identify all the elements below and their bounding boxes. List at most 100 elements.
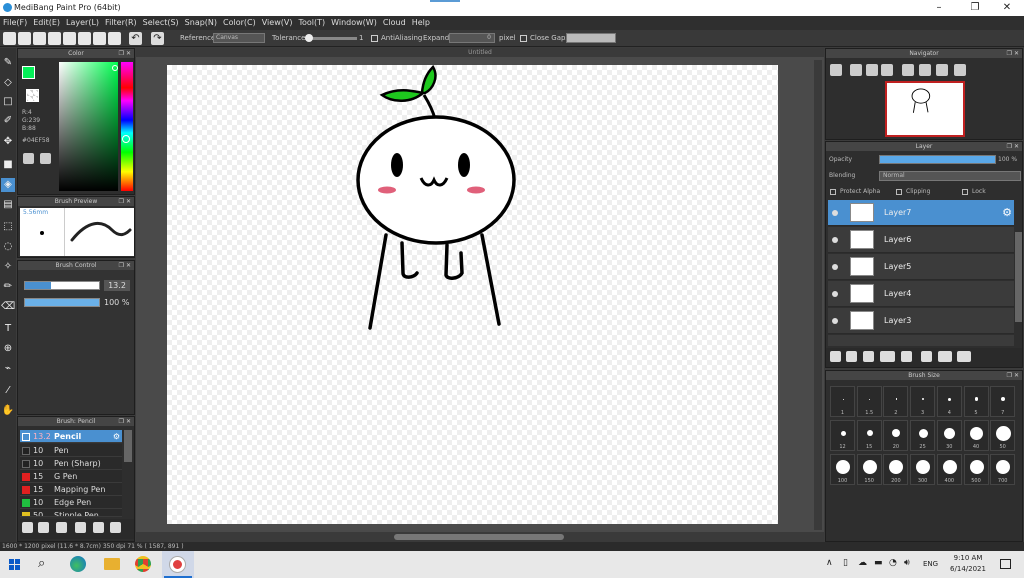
- layer-menu-icon[interactable]: [880, 351, 895, 362]
- brush-item-pencil[interactable]: 13.2 Pencil ⚙: [20, 430, 122, 443]
- brush-size-cell[interactable]: 200: [883, 454, 909, 485]
- layout-icon[interactable]: [93, 32, 106, 45]
- menu-tool[interactable]: Tool(T): [295, 16, 328, 30]
- cloud-icon[interactable]: [3, 32, 16, 45]
- brush-size-slider[interactable]: [24, 281, 100, 290]
- menu-layer[interactable]: Layer(L): [63, 16, 102, 30]
- panel-icon[interactable]: [63, 32, 76, 45]
- color-sv-picker[interactable]: [59, 62, 118, 191]
- layer-item-layer4[interactable]: Layer4: [828, 281, 1014, 307]
- reference-select[interactable]: Canvas: [213, 33, 265, 43]
- maximize-button[interactable]: ❐: [958, 0, 992, 16]
- folder-icon[interactable]: [901, 351, 912, 362]
- medibang-taskbar-item[interactable]: [162, 551, 194, 578]
- close-button[interactable]: ✕: [990, 0, 1024, 16]
- visibility-eye-icon[interactable]: [832, 291, 838, 297]
- layer-scrollbar[interactable]: [1015, 232, 1022, 322]
- grid-icon[interactable]: [78, 32, 91, 45]
- tile-icon[interactable]: [108, 32, 121, 45]
- primary-color-swatch[interactable]: [22, 66, 35, 79]
- panel-close-icon[interactable]: ❐ ✕: [1007, 371, 1019, 380]
- visibility-eye-icon[interactable]: [832, 237, 838, 243]
- brush-item-stipple-pen[interactable]: 50 Stipple Pen: [20, 509, 122, 517]
- secondary-color-swatch[interactable]: [26, 89, 39, 102]
- eraser-tool-icon[interactable]: ◇: [1, 76, 15, 90]
- expand-input[interactable]: 0: [449, 33, 495, 43]
- blending-select[interactable]: Normal: [879, 171, 1021, 181]
- save-icon[interactable]: [48, 32, 61, 45]
- chrome-icon[interactable]: [135, 556, 151, 572]
- menu-window[interactable]: Window(W): [328, 16, 380, 30]
- edge-browser-icon[interactable]: [70, 556, 86, 572]
- menu-view[interactable]: View(V): [259, 16, 296, 30]
- zoom-out-icon[interactable]: [850, 64, 862, 76]
- brush-opacity-slider[interactable]: [24, 298, 100, 307]
- hue-slider[interactable]: [121, 62, 133, 191]
- color-mode-icon[interactable]: [40, 153, 51, 164]
- lock-checkbox[interactable]: [962, 189, 968, 195]
- brush-tool-icon[interactable]: ✎: [1, 56, 15, 70]
- lasso-tool-icon[interactable]: ◌: [1, 240, 15, 254]
- layer-item-layer3[interactable]: Layer3: [828, 308, 1014, 334]
- layer-item-layer6[interactable]: Layer6: [828, 227, 1014, 253]
- cloud-sync-icon[interactable]: ☁: [858, 558, 867, 568]
- brush-menu-icon[interactable]: [75, 522, 86, 533]
- panel-close-icon[interactable]: ❐ ✕: [119, 49, 131, 58]
- rectangle-tool-icon[interactable]: □: [1, 95, 15, 109]
- device-icon[interactable]: ▯: [843, 558, 848, 568]
- redo-icon[interactable]: ↷: [151, 32, 164, 45]
- new-file-icon[interactable]: [18, 32, 31, 45]
- fill-rect-tool-icon[interactable]: ■: [1, 158, 15, 172]
- brush-size-cell[interactable]: 500: [963, 454, 989, 485]
- select-pen-tool-icon[interactable]: ✏: [1, 280, 15, 294]
- visibility-eye-icon[interactable]: [832, 210, 838, 216]
- brush-size-cell[interactable]: 12: [830, 420, 855, 451]
- delete-layer-icon[interactable]: [960, 351, 971, 362]
- visibility-eye-icon[interactable]: [832, 318, 838, 324]
- brush-size-cell[interactable]: 300: [910, 454, 936, 485]
- panel-close-icon[interactable]: ❐ ✕: [1007, 142, 1019, 151]
- brush-size-cell[interactable]: 5: [963, 386, 989, 417]
- brush-size-cell[interactable]: 20: [883, 420, 909, 451]
- zoom-in-icon[interactable]: [830, 64, 842, 76]
- document-tab[interactable]: Untitled: [136, 48, 824, 57]
- brush-size-cell[interactable]: 50: [990, 420, 1016, 451]
- brush-size-cell[interactable]: 1: [830, 386, 855, 417]
- windows-start-icon[interactable]: [9, 559, 20, 570]
- clock-date[interactable]: 6/14/2021: [943, 565, 993, 573]
- brush-item-mapping-pen[interactable]: 15 Mapping Pen: [20, 483, 122, 496]
- brush-size-cell[interactable]: 3: [910, 386, 936, 417]
- merge-layer-icon[interactable]: [938, 351, 952, 362]
- panel-close-icon[interactable]: ❐ ✕: [119, 417, 131, 426]
- bucket-tool-icon[interactable]: ◈: [1, 178, 15, 192]
- brush-item-g-pen[interactable]: 15 G Pen: [20, 470, 122, 483]
- select-eraser-tool-icon[interactable]: ⌫: [1, 300, 15, 314]
- brush-size-cell[interactable]: 7: [990, 386, 1016, 417]
- layer-item-layer5[interactable]: Layer5: [828, 254, 1014, 280]
- duplicate-layer-icon[interactable]: [921, 351, 932, 362]
- brush-size-cell[interactable]: 25: [910, 420, 936, 451]
- menu-help[interactable]: Help: [409, 16, 433, 30]
- select-tool-icon[interactable]: ⬚: [1, 220, 15, 234]
- menu-select[interactable]: Select(S): [140, 16, 182, 30]
- visibility-eye-icon[interactable]: [832, 264, 838, 270]
- menu-snap[interactable]: Snap(N): [182, 16, 220, 30]
- antialiasing-checkbox[interactable]: [371, 35, 378, 42]
- brush-size-value[interactable]: 13.2: [104, 280, 130, 291]
- brush-size-cell[interactable]: 1.5: [856, 386, 882, 417]
- vertical-scrollbar[interactable]: [814, 60, 822, 530]
- brush-item-edge-pen[interactable]: 10 Edge Pen: [20, 496, 122, 509]
- dot-tool-icon[interactable]: ✐: [1, 114, 15, 128]
- add-brush-icon[interactable]: [22, 522, 33, 533]
- brush-size-cell[interactable]: 2: [883, 386, 909, 417]
- file-explorer-icon[interactable]: [104, 558, 120, 570]
- close-gaps-checkbox[interactable]: [520, 35, 527, 42]
- brush-size-cell[interactable]: 150: [856, 454, 882, 485]
- magic-wand-tool-icon[interactable]: ✧: [1, 260, 15, 274]
- comment-icon[interactable]: [33, 32, 46, 45]
- text-tool-icon[interactable]: T: [1, 322, 15, 336]
- navigator-thumbnail[interactable]: [885, 81, 965, 137]
- clock-time[interactable]: 9:10 AM: [948, 554, 988, 562]
- minimize-button[interactable]: –: [922, 0, 956, 16]
- menu-edit[interactable]: Edit(E): [30, 16, 63, 30]
